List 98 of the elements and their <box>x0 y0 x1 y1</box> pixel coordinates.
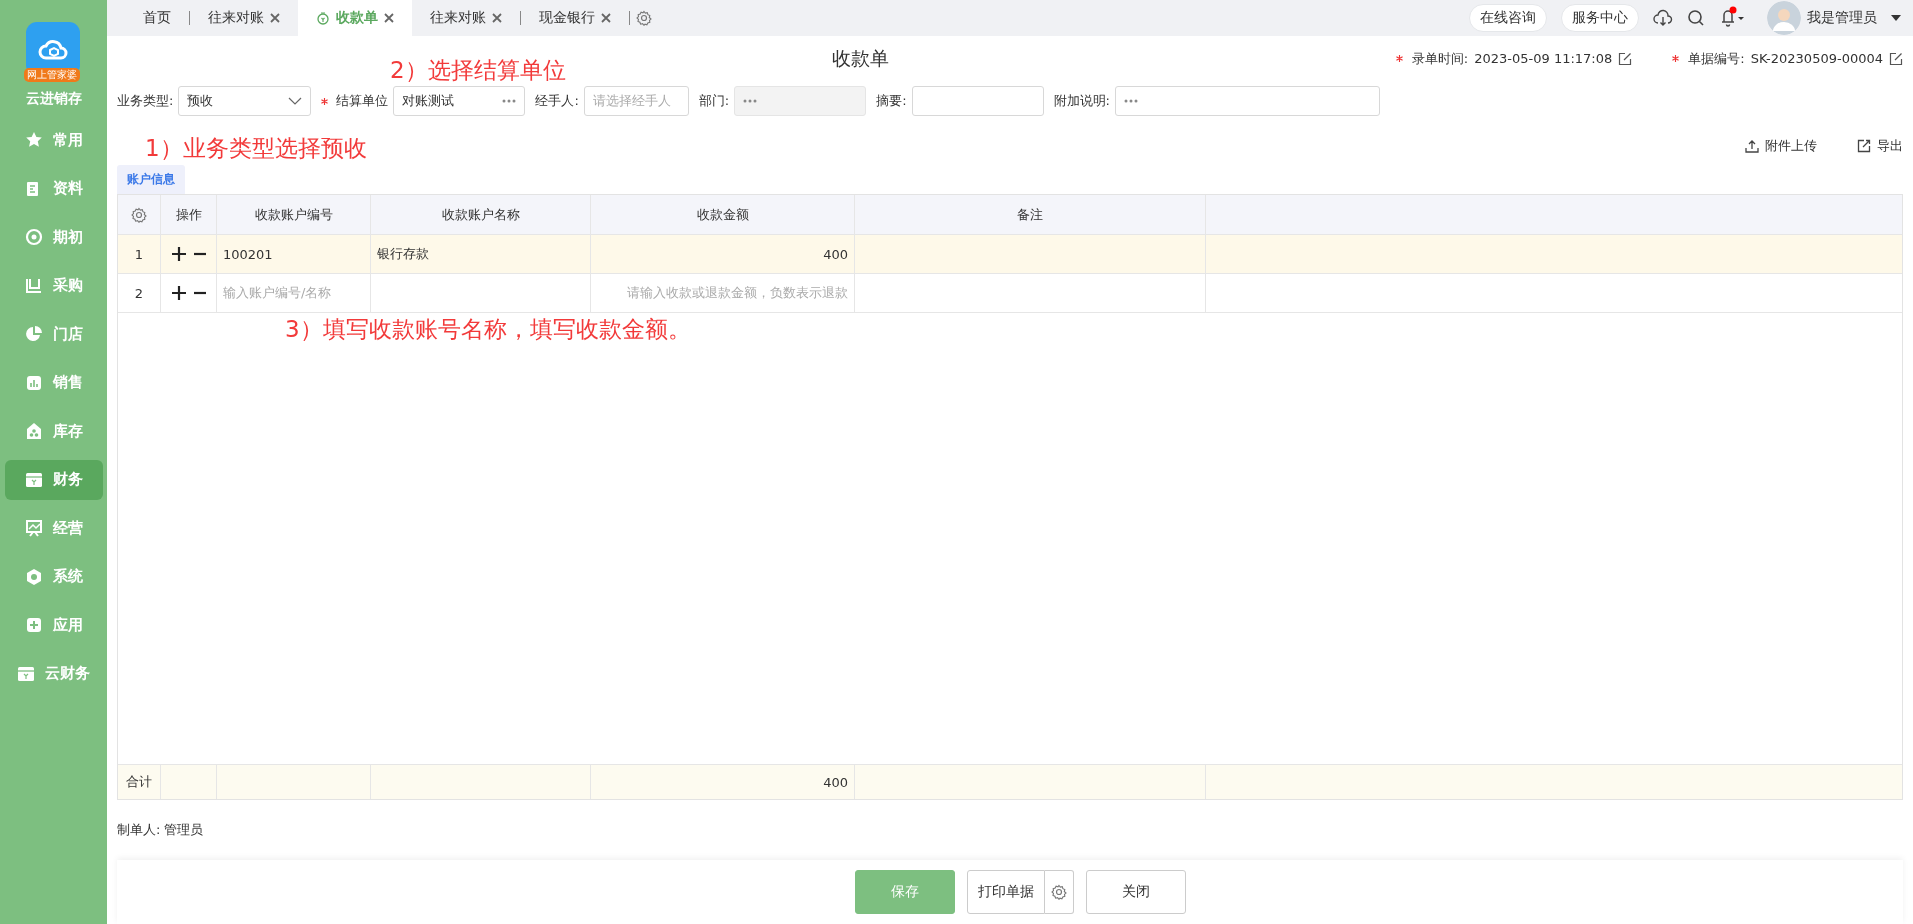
field-label: 结算单位 <box>336 92 389 110</box>
sidebar-item[interactable]: 销售 <box>4 362 103 403</box>
add-row-icon[interactable] <box>171 247 186 261</box>
settings-icon[interactable] <box>131 206 147 223</box>
tab[interactable]: 首页 <box>125 0 189 36</box>
add-row-icon[interactable] <box>171 286 186 300</box>
more-icon <box>502 99 517 103</box>
sidebar-item[interactable]: 采购 <box>4 265 103 306</box>
money-bag-icon <box>316 11 330 25</box>
toolbar-link[interactable]: 附件上传 <box>1745 137 1817 155</box>
table-row[interactable]: 2 输入账户编号/名称 请输入收款或退款金额，负数表示退款 <box>118 274 1902 313</box>
plus-icon <box>24 616 43 634</box>
column-header: 操作 <box>161 195 217 234</box>
close-icon[interactable] <box>492 13 502 23</box>
input-field[interactable]: 预收 <box>178 86 312 116</box>
sidebar-item[interactable]: 应用 <box>4 605 103 645</box>
field-label: 部门: <box>698 92 730 110</box>
more-icon <box>1123 99 1138 103</box>
meta-value: 2023-05-09 11:17:08 <box>1474 51 1613 66</box>
annotation-text: 2）选择结算单位 <box>390 56 566 85</box>
row-number: 2 <box>134 285 144 301</box>
hex-icon <box>24 567 43 586</box>
close-button[interactable]: 关闭 <box>1085 870 1186 914</box>
cell-placeholder: 请输入收款或退款金额，负数表示退款 <box>627 284 848 302</box>
table-cell: 银行存款 <box>377 245 429 263</box>
house-icon <box>24 422 43 440</box>
total-label: 合计 <box>126 773 152 791</box>
total-amount: 400 <box>823 774 848 790</box>
wallet-icon <box>17 664 35 683</box>
cell-placeholder: 输入账户编号/名称 <box>223 284 332 302</box>
bars-icon <box>24 373 43 392</box>
section-tab[interactable]: 账户信息 <box>117 165 185 194</box>
creator-label: 制单人: <box>117 821 161 839</box>
print-button[interactable]: 打印单据 <box>966 870 1045 914</box>
field-label: 业务类型: <box>117 92 174 110</box>
input-field[interactable]: 对账测试 <box>393 86 526 116</box>
print-settings-button[interactable] <box>1044 870 1074 914</box>
app-name: 云进销存 <box>25 90 82 108</box>
column-header: 备注 <box>855 195 1206 234</box>
target-icon <box>24 228 43 246</box>
sidebar-item[interactable]: 云财务 <box>4 653 103 694</box>
table-row[interactable]: 1 100201 银行存款 400 <box>118 235 1902 274</box>
settings-icon <box>1050 884 1067 900</box>
cloud-download-icon[interactable] <box>1653 8 1673 28</box>
column-header: 收款账户编号 <box>217 195 371 234</box>
edit-icon[interactable] <box>1618 51 1633 66</box>
table-cell: 100201 <box>223 246 273 262</box>
document-title: 收款单 <box>831 45 889 71</box>
annotation-text: 1）业务类型选择预收 <box>145 134 367 163</box>
user-name[interactable]: 我是管理员 <box>1807 9 1877 27</box>
notification-bell-icon[interactable] <box>1719 5 1745 28</box>
row-number: 1 <box>134 246 144 262</box>
meta-label: 录单时间: <box>1411 49 1469 68</box>
star-icon <box>24 131 43 149</box>
meta-label: 单据编号: <box>1688 49 1745 68</box>
upload-icon <box>1745 139 1759 153</box>
meta-value: SK-20230509-00004 <box>1750 51 1883 66</box>
tab[interactable]: 收款单 <box>298 0 412 36</box>
input-field[interactable] <box>1114 86 1380 116</box>
search-icon[interactable] <box>1687 9 1705 27</box>
field-label: 附加说明: <box>1053 92 1110 110</box>
sidebar-item[interactable]: 门店 <box>4 314 103 354</box>
save-button[interactable]: 保存 <box>854 870 955 914</box>
sidebar-item[interactable]: 期初 <box>4 217 103 257</box>
column-header: 收款账户名称 <box>371 195 591 234</box>
sidebar-item[interactable]: 财务 <box>4 459 103 500</box>
tab[interactable]: 现金银行 <box>521 0 629 36</box>
caret-icon[interactable] <box>1891 14 1901 22</box>
input-field[interactable] <box>911 86 1044 116</box>
sidebar-item[interactable]: 系统 <box>4 556 103 597</box>
input-field[interactable]: 请选择经手人 <box>583 86 689 116</box>
wallet-icon <box>24 470 43 489</box>
more-icon <box>743 99 758 103</box>
header-link[interactable]: 服务中心 <box>1561 4 1639 32</box>
export-icon <box>1857 139 1871 153</box>
tab[interactable]: 往来对账 <box>190 0 298 36</box>
sidebar-item[interactable]: 经营 <box>4 508 103 548</box>
chevron-down-icon <box>288 97 303 105</box>
toolbar-link[interactable]: 导出 <box>1857 137 1903 155</box>
column-header: 收款金额 <box>591 195 855 234</box>
table-cell: 400 <box>823 246 848 262</box>
creator-value: 管理员 <box>164 821 204 839</box>
settings-icon[interactable] <box>636 10 652 26</box>
header-link[interactable]: 在线咨询 <box>1469 4 1547 32</box>
chart-icon <box>24 519 43 537</box>
tab[interactable]: 往来对账 <box>412 0 520 36</box>
field-label: 摘要: <box>876 92 907 110</box>
edit-icon[interactable] <box>1889 51 1903 66</box>
logo-badge: 网上管家婆 <box>23 68 80 82</box>
close-icon[interactable] <box>384 13 394 23</box>
sidebar-item[interactable]: 资料 <box>4 168 103 209</box>
annotation-text: 3）填写收款账号名称，填写收款金额。 <box>285 315 691 344</box>
close-icon[interactable] <box>601 13 611 23</box>
sidebar-item[interactable]: 常用 <box>4 120 103 160</box>
pie-icon <box>24 325 43 343</box>
close-icon[interactable] <box>270 13 280 23</box>
field-label: 经手人: <box>535 92 579 110</box>
sidebar-item[interactable]: 库存 <box>4 411 103 451</box>
